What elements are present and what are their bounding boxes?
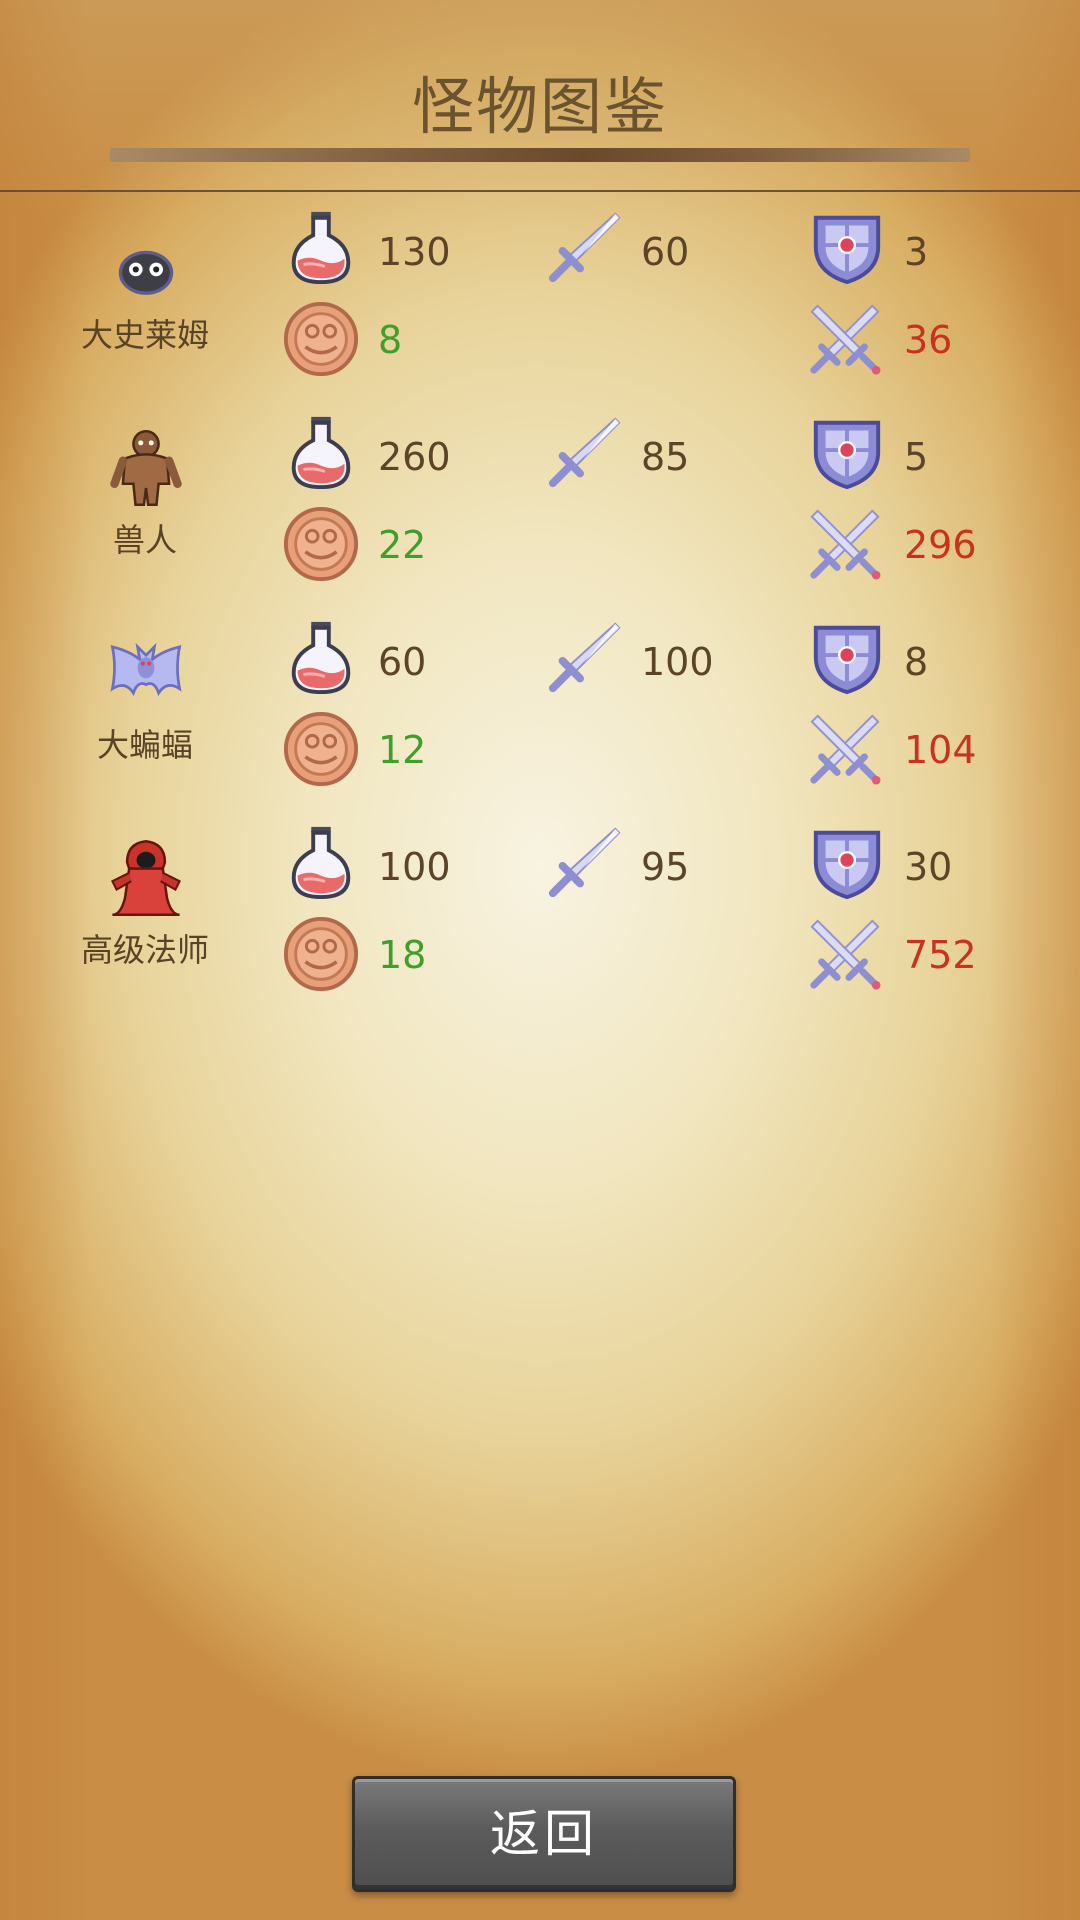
coin-icon bbox=[282, 505, 360, 583]
sword-icon bbox=[545, 823, 623, 901]
coin-icon bbox=[282, 710, 360, 788]
coin-icon bbox=[282, 915, 360, 993]
monster-row: 高级法师 100 95 30 18 752 bbox=[0, 815, 1080, 1005]
mage-icon bbox=[104, 835, 188, 919]
hp-value: 260 bbox=[378, 435, 451, 479]
crossed-swords-icon bbox=[806, 915, 884, 993]
defense-value: 3 bbox=[904, 230, 929, 274]
attack-value: 95 bbox=[641, 845, 690, 889]
gold-value: 12 bbox=[378, 728, 427, 772]
damage-value: 36 bbox=[904, 318, 953, 362]
shield-icon bbox=[808, 823, 886, 901]
shield-icon bbox=[808, 618, 886, 696]
defense-value: 30 bbox=[904, 845, 953, 889]
gold-value: 22 bbox=[378, 523, 427, 567]
hp-value: 60 bbox=[378, 640, 427, 684]
potion-icon bbox=[282, 413, 360, 491]
defense-value: 8 bbox=[904, 640, 929, 684]
page-title: 怪物图鉴 bbox=[411, 70, 668, 143]
potion-icon bbox=[282, 618, 360, 696]
orc-icon bbox=[104, 425, 188, 509]
gold-value: 8 bbox=[378, 318, 403, 362]
attack-value: 60 bbox=[641, 230, 690, 274]
damage-value: 104 bbox=[904, 728, 977, 772]
sword-icon bbox=[545, 413, 623, 491]
monster-row: 大蝙蝠 60 100 8 12 104 bbox=[0, 610, 1080, 800]
slime-icon bbox=[112, 232, 180, 300]
damage-value: 296 bbox=[904, 523, 977, 567]
monster-row: 兽人 260 85 5 22 296 bbox=[0, 405, 1080, 595]
gold-value: 18 bbox=[378, 933, 427, 977]
monster-name: 兽人 bbox=[112, 521, 177, 559]
crossed-swords-icon bbox=[806, 710, 884, 788]
sword-icon bbox=[545, 208, 623, 286]
crossed-swords-icon bbox=[806, 505, 884, 583]
back-button[interactable]: 返回 bbox=[352, 1776, 736, 1892]
monster-name: 大蝙蝠 bbox=[96, 726, 193, 764]
potion-icon bbox=[282, 823, 360, 901]
monster-name: 高级法师 bbox=[80, 931, 209, 969]
shield-icon bbox=[808, 413, 886, 491]
attack-value: 85 bbox=[641, 435, 690, 479]
bat-icon bbox=[104, 630, 188, 714]
monster-name: 大史莱姆 bbox=[80, 316, 209, 354]
potion-icon bbox=[282, 208, 360, 286]
sword-icon bbox=[545, 618, 623, 696]
crossed-swords-icon bbox=[806, 300, 884, 378]
hp-value: 130 bbox=[378, 230, 451, 274]
shield-icon bbox=[808, 208, 886, 286]
hp-value: 100 bbox=[378, 845, 451, 889]
coin-icon bbox=[282, 300, 360, 378]
attack-value: 100 bbox=[641, 640, 714, 684]
monster-row: 大史莱姆 130 60 3 8 36 bbox=[0, 200, 1080, 390]
defense-value: 5 bbox=[904, 435, 929, 479]
title-underline bbox=[110, 148, 970, 162]
header-divider bbox=[0, 190, 1080, 192]
damage-value: 752 bbox=[904, 933, 977, 977]
